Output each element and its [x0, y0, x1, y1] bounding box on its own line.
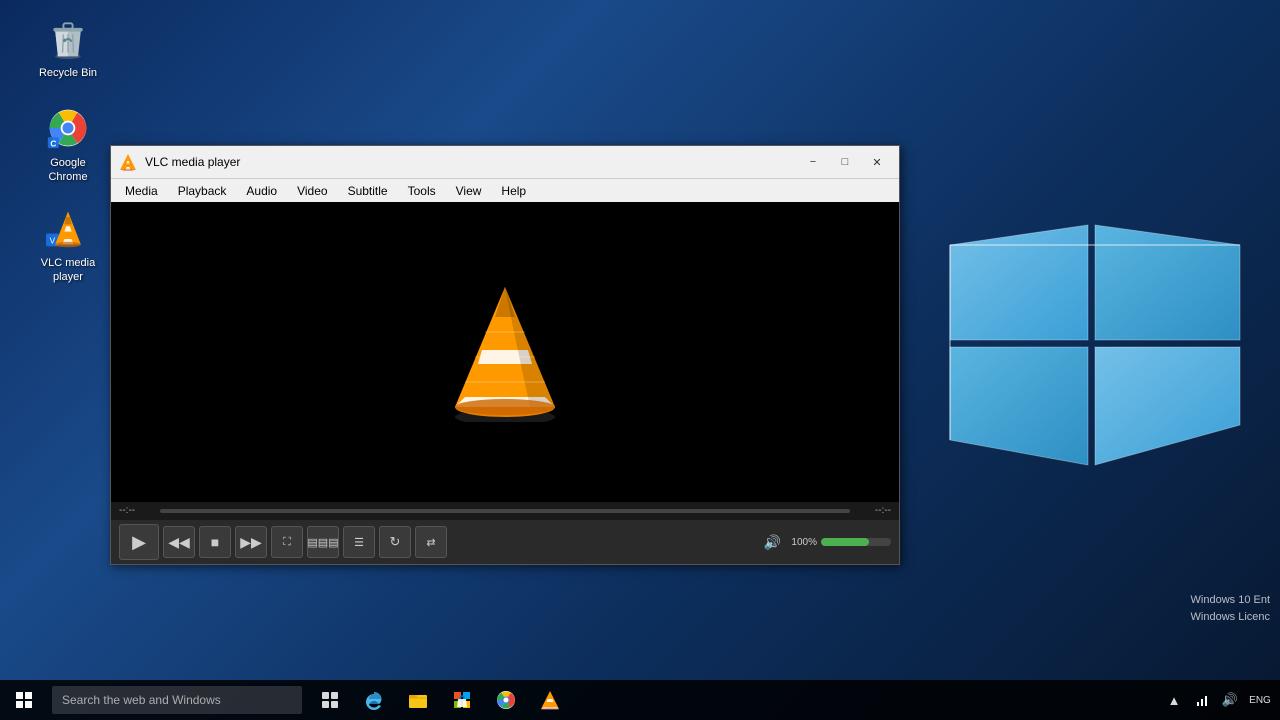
menu-playback[interactable]: Playback	[168, 182, 237, 200]
menu-view[interactable]: View	[446, 182, 492, 200]
fullscreen-button[interactable]: ⛶	[271, 526, 303, 558]
tray-language[interactable]: ENG	[1246, 688, 1274, 712]
seekbar[interactable]	[160, 509, 850, 513]
taskbar: ▲ 🔊 ENG	[0, 680, 1280, 720]
volume-fill	[821, 538, 869, 546]
vlc-titlebar: VLC media player − □ ✕	[111, 146, 899, 178]
tray-network[interactable]	[1190, 688, 1214, 712]
chrome-icon: C	[44, 104, 92, 152]
taskbar-store[interactable]	[442, 680, 482, 720]
taskbar-task-view[interactable]	[310, 680, 350, 720]
volume-icon: 🔊	[764, 534, 781, 551]
recycle-bin-label: Recycle Bin	[39, 66, 97, 80]
taskbar-edge[interactable]	[354, 680, 394, 720]
playlist-button[interactable]: ☰	[343, 526, 375, 558]
equalizer-button[interactable]: ▤▤▤	[307, 526, 339, 558]
search-input[interactable]	[52, 686, 302, 714]
desktop-icon-chrome[interactable]: C Google Chrome	[28, 100, 108, 189]
close-button[interactable]: ✕	[863, 152, 891, 172]
vlc-window: VLC media player − □ ✕ Media Playback Au…	[110, 145, 900, 565]
vlc-window-controls: − □ ✕	[799, 152, 891, 172]
vlc-seekbar-row: --:-- --:--	[119, 505, 891, 516]
desktop: Recycle Bin C Google Chrome	[0, 0, 1280, 680]
desktop-icon-recycle-bin[interactable]: Recycle Bin	[28, 10, 108, 84]
taskbar-right: ▲ 🔊 ENG	[1162, 688, 1280, 712]
volume-label: 100%	[785, 537, 817, 548]
vlc-title-text: VLC media player	[145, 155, 799, 169]
menu-subtitle[interactable]: Subtitle	[338, 182, 398, 200]
activation-text: Windows 10 Ent Windows Licenc	[1191, 592, 1270, 625]
volume-slider[interactable]	[821, 538, 891, 546]
vlc-desktop-icon: V	[44, 204, 92, 252]
taskbar-file-explorer[interactable]	[398, 680, 438, 720]
menu-help[interactable]: Help	[491, 182, 536, 200]
menu-video[interactable]: Video	[287, 182, 337, 200]
prev-button[interactable]: ◀◀	[163, 526, 195, 558]
desktop-icon-vlc[interactable]: V VLC mediaplayer	[28, 200, 108, 289]
chrome-label: Google Chrome	[32, 156, 104, 185]
vlc-title-icon	[119, 153, 137, 171]
svg-text:V: V	[50, 237, 56, 246]
vlc-desktop-label: VLC mediaplayer	[41, 256, 95, 285]
tray-chevron[interactable]: ▲	[1162, 688, 1186, 712]
menu-tools[interactable]: Tools	[398, 182, 446, 200]
menu-media[interactable]: Media	[115, 182, 168, 200]
volume-area: 🔊 100%	[764, 534, 891, 551]
tray-volume[interactable]: 🔊	[1218, 688, 1242, 712]
vlc-controls-bar: ▶ ◀◀ ■ ▶▶ ⛶ ▤▤▤ ☰ ↻ ⇄ 🔊 100%	[111, 520, 899, 564]
play-button[interactable]: ▶	[119, 524, 159, 560]
loop-button[interactable]: ↻	[379, 526, 411, 558]
time-left: --:--	[119, 505, 154, 516]
maximize-button[interactable]: □	[831, 152, 859, 172]
svg-text:C: C	[50, 139, 56, 148]
recycle-bin-icon	[44, 14, 92, 62]
minimize-button[interactable]: −	[799, 152, 827, 172]
windows-logo	[940, 215, 1250, 480]
vlc-menubar: Media Playback Audio Video Subtitle Tool…	[111, 178, 899, 202]
taskbar-vlc[interactable]	[530, 680, 570, 720]
stop-button[interactable]: ■	[199, 526, 231, 558]
vlc-seekbar-area: --:-- --:--	[111, 502, 899, 520]
time-right: --:--	[856, 505, 891, 516]
taskbar-apps	[310, 680, 570, 720]
vlc-viewport	[111, 202, 899, 502]
menu-audio[interactable]: Audio	[236, 182, 287, 200]
start-button[interactable]	[0, 680, 48, 720]
shuffle-button[interactable]: ⇄	[415, 526, 447, 558]
taskbar-chrome[interactable]	[486, 680, 526, 720]
next-button[interactable]: ▶▶	[235, 526, 267, 558]
